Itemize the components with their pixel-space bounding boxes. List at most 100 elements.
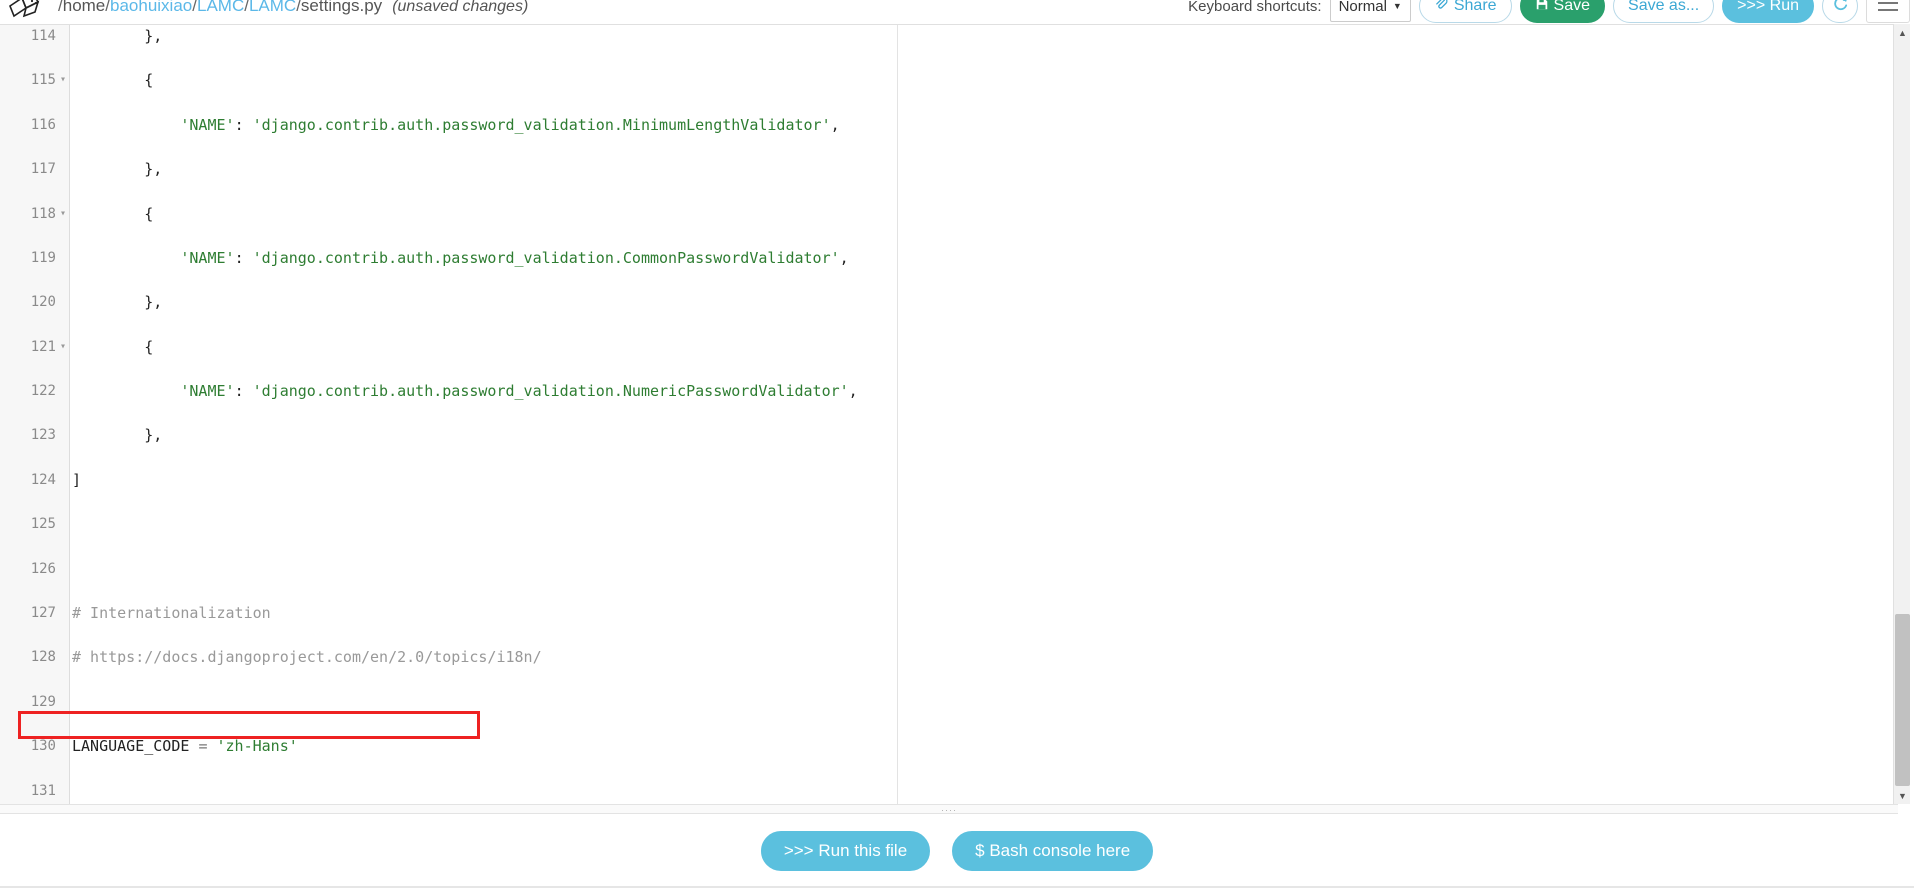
code-line[interactable]: 117 }, — [0, 158, 1898, 180]
code-line[interactable]: 126 — [0, 558, 1898, 580]
code-token: , — [848, 382, 858, 401]
keyboard-shortcuts-label: Keyboard shortcuts: — [1188, 0, 1322, 15]
line-number: 121 — [30, 338, 56, 355]
code-line[interactable]: 121 ▾ { — [0, 336, 1898, 358]
breadcrumb-segment-package[interactable]: LAMC — [249, 0, 296, 15]
code-line[interactable]: 129 — [0, 691, 1898, 713]
editor-vertical-scrollbar[interactable]: ▲ ▼ — [1893, 24, 1910, 804]
scroll-down-arrow-icon[interactable]: ▼ — [1894, 787, 1911, 804]
line-number: 119 — [30, 249, 56, 266]
top-bar: /home/baohuixiao/LAMC/LAMC/settings.py (u… — [0, 0, 1914, 24]
run-button-label: >>> Run — [1737, 0, 1799, 14]
line-number: 115 — [30, 72, 56, 89]
reload-button[interactable] — [1822, 0, 1858, 23]
code-token: 'django.contrib.auth.password_validation… — [252, 115, 831, 134]
line-number: 116 — [30, 116, 56, 133]
code-token: # https://docs.djangoproject.com/en/2.0/… — [72, 648, 542, 667]
code-token: : — [234, 248, 253, 267]
code-token: : — [234, 382, 253, 401]
code-line-text: LANGUAGE_CODE = 'zh-Hans' — [72, 735, 298, 757]
code-token: }, — [72, 27, 163, 45]
breadcrumb-segment-project[interactable]: LAMC — [197, 0, 244, 15]
code-token: { — [72, 204, 154, 223]
code-line[interactable]: 128 # https://docs.djangoproject.com/en/2… — [0, 646, 1898, 668]
menu-button[interactable] — [1866, 0, 1910, 23]
code-line[interactable]: 123 }, — [0, 424, 1898, 446]
save-button-label: Save — [1553, 0, 1591, 14]
line-number: 129 — [30, 693, 56, 710]
bash-console-label: $ Bash console here — [975, 840, 1131, 860]
footer-divider — [0, 886, 1914, 887]
line-number: 118 — [30, 205, 56, 222]
code-token: ] — [72, 470, 82, 489]
code-line[interactable]: 114 }, — [0, 25, 1898, 47]
code-token: 'django.contrib.auth.password_validation… — [252, 382, 849, 401]
breadcrumb-segment-home: home — [62, 0, 106, 15]
share-button-label: Share — [1453, 0, 1497, 14]
bash-console-here-button[interactable]: $ Bash console here — [952, 830, 1154, 871]
code-line[interactable]: 116 'NAME': 'django.contrib.auth.passwor… — [0, 114, 1898, 136]
reload-icon — [1832, 0, 1849, 17]
breadcrumb-segment-filename: settings.py — [300, 0, 383, 15]
code-line-text: ] — [72, 469, 81, 491]
code-line[interactable]: 125 — [0, 513, 1898, 535]
code-token: 'django.contrib.auth.password_validation… — [252, 248, 840, 267]
code-token: , — [839, 248, 849, 267]
code-line[interactable]: 115 ▾ { — [0, 69, 1898, 91]
code-line-text: { — [72, 69, 153, 91]
save-button[interactable]: Save — [1519, 0, 1606, 23]
code-line[interactable]: 120 }, — [0, 291, 1898, 313]
line-number: 123 — [30, 427, 56, 444]
code-token: }, — [72, 160, 163, 179]
code-fold-toggle-icon[interactable]: ▾ — [58, 336, 68, 358]
code-fold-toggle-icon[interactable]: ▾ — [58, 69, 68, 91]
code-line-text: }, — [72, 291, 162, 313]
splitter-grip-icon: ···· — [941, 805, 957, 815]
code-content[interactable]: 114 }, 115 ▾ {116 'NAME': 'django.contrib.… — [0, 25, 1898, 804]
run-button[interactable]: >>> Run — [1722, 0, 1814, 23]
run-this-file-label: >>> Run this file — [783, 840, 908, 860]
scroll-up-arrow-icon[interactable]: ▲ — [1894, 24, 1911, 41]
line-number: 130 — [30, 738, 56, 755]
chevron-down-icon: ▼ — [1392, 1, 1402, 11]
code-line[interactable]: 124] — [0, 469, 1898, 491]
code-line-text: { — [72, 203, 153, 225]
code-token: }, — [72, 293, 163, 312]
code-token: 'zh-Hans' — [216, 737, 298, 756]
save-as-button[interactable]: Save as... — [1613, 0, 1715, 23]
breadcrumb-segment-user[interactable]: baohuixiao — [110, 0, 192, 15]
line-number: 126 — [30, 560, 56, 577]
code-token: 'NAME' — [180, 115, 235, 134]
code-token: 'NAME' — [180, 382, 235, 401]
code-token: , — [830, 115, 840, 134]
line-number: 120 — [30, 294, 56, 311]
keyboard-mode-select[interactable]: Normal ▼ — [1329, 0, 1411, 22]
code-line[interactable]: 122 'NAME': 'django.contrib.auth.passwor… — [0, 380, 1898, 402]
code-line[interactable]: 127 # Internationalization — [0, 602, 1898, 624]
code-line-text: }, — [72, 424, 162, 446]
pythonanywhere-logo-icon[interactable] — [4, 0, 48, 24]
code-token: { — [72, 71, 154, 90]
line-number: 127 — [30, 605, 56, 622]
code-line-text: }, — [72, 158, 162, 180]
code-fold-toggle-icon[interactable]: ▾ — [58, 203, 68, 225]
code-line[interactable]: 131 — [0, 780, 1898, 802]
run-this-file-button[interactable]: >>> Run this file — [760, 830, 931, 871]
code-token: LANGUAGE_CODE — [72, 737, 199, 756]
code-line[interactable]: 118 ▾ { — [0, 203, 1898, 225]
line-number: 125 — [30, 516, 56, 533]
code-token: # Internationalization — [72, 604, 271, 623]
editor-console-splitter[interactable]: ···· — [0, 804, 1898, 815]
code-token: : — [234, 115, 253, 134]
scrollbar-thumb[interactable] — [1895, 614, 1910, 786]
code-editor[interactable]: 114 }, 115 ▾ {116 'NAME': 'django.contrib.… — [0, 24, 1898, 804]
code-line[interactable]: 130 LANGUAGE_CODE = 'zh-Hans' — [0, 735, 1898, 757]
code-token: = — [198, 737, 217, 756]
share-button[interactable]: Share — [1418, 0, 1512, 23]
hamburger-menu-icon — [1878, 1, 1898, 4]
code-line[interactable]: 119 'NAME': 'django.contrib.auth.passwor… — [0, 247, 1898, 269]
editor-toolbar: Keyboard shortcuts: Normal ▼ Share Save … — [1188, 0, 1910, 24]
